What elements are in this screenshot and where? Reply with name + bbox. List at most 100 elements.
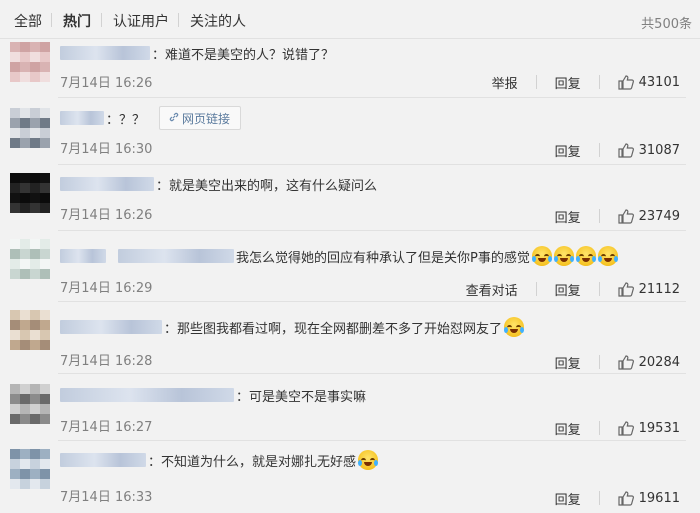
avatar[interactable] <box>10 42 50 82</box>
username[interactable] <box>60 46 150 60</box>
avatar-pixel <box>40 459 50 469</box>
laugh-cry-emoji-icon <box>553 246 574 266</box>
tab-all[interactable]: 全部 <box>14 11 42 31</box>
avatar-pixel <box>40 479 50 489</box>
avatar-pixel <box>20 449 30 459</box>
avatar-pixel <box>20 320 30 330</box>
avatar-pixel <box>30 340 40 350</box>
username[interactable] <box>60 388 234 402</box>
avatar-pixel <box>20 340 30 350</box>
avatar-pixel <box>30 404 40 414</box>
like-button[interactable]: 20284 <box>618 354 680 370</box>
tab-following[interactable]: 关注的人 <box>190 11 246 31</box>
avatar-pixel <box>10 384 20 394</box>
avatar[interactable] <box>10 384 50 424</box>
avatar-pixel <box>30 183 40 193</box>
avatar-pixel <box>40 404 50 414</box>
laugh-cry-emoji-icon <box>531 246 552 266</box>
username[interactable] <box>60 453 146 467</box>
comment-time: 7月14日 16:27 <box>60 420 153 435</box>
like-count: 23749 <box>638 208 680 224</box>
avatar-pixel <box>20 128 30 138</box>
comment-actions: 举报 回复 43101 <box>492 73 680 92</box>
avatar-pixel <box>20 203 30 213</box>
like-button[interactable]: 21112 <box>618 281 680 297</box>
like-button[interactable]: 19531 <box>618 420 680 436</box>
like-button[interactable]: 31087 <box>618 142 680 158</box>
tab-divider <box>51 13 52 27</box>
avatar[interactable] <box>10 310 50 350</box>
view-conversation-button[interactable]: 查看对话 <box>466 280 518 299</box>
avatar-pixel <box>40 128 50 138</box>
avatar-pixel <box>10 259 20 269</box>
avatar-pixel <box>10 479 20 489</box>
reply-button[interactable]: 回复 <box>555 489 581 508</box>
action-divider <box>598 355 600 369</box>
avatar-pixel <box>40 62 50 72</box>
like-count: 19531 <box>638 420 680 436</box>
report-button[interactable]: 举报 <box>492 73 518 92</box>
comment-filter-tabs: 全部 热门 认证用户 关注的人 共500条 <box>0 0 700 39</box>
avatar[interactable] <box>10 449 50 489</box>
thumbs-up-icon <box>618 143 634 158</box>
avatar[interactable] <box>10 108 50 148</box>
avatar-pixel <box>30 310 40 320</box>
avatar[interactable] <box>10 239 50 279</box>
web-link-button[interactable]: 网页链接 <box>159 106 242 130</box>
comment-line: ：可是美空不是事实嘛 <box>60 384 366 406</box>
avatar-pixel <box>20 414 30 424</box>
avatar-pixel <box>30 259 40 269</box>
reply-button[interactable]: 回复 <box>555 141 581 160</box>
comment-actions: 查看对话 回复 21112 <box>466 280 680 299</box>
tab-hot[interactable]: 热门 <box>63 11 91 31</box>
username[interactable] <box>60 177 154 191</box>
avatar[interactable] <box>10 173 50 213</box>
avatar-pixel <box>20 310 30 320</box>
reply-button[interactable]: 回复 <box>555 280 581 299</box>
avatar-pixel <box>10 72 20 82</box>
thumbs-up-icon <box>618 209 634 224</box>
avatar-pixel <box>20 52 30 62</box>
comment-time: 7月14日 16:29 <box>60 281 153 296</box>
avatar-pixel <box>40 394 50 404</box>
laugh-cry-emoji-icon <box>358 450 379 470</box>
avatar-pixel <box>10 138 20 148</box>
reply-button[interactable]: 回复 <box>555 353 581 372</box>
username-mention[interactable] <box>118 249 234 263</box>
comment-actions: 回复 23749 <box>555 207 680 226</box>
tab-divider <box>101 13 102 27</box>
reply-button[interactable]: 回复 <box>555 73 581 92</box>
avatar-pixel <box>20 72 30 82</box>
reply-button[interactable]: 回复 <box>555 207 581 226</box>
avatar-pixel <box>20 183 30 193</box>
like-button[interactable]: 43101 <box>618 74 680 90</box>
avatar-pixel <box>20 62 30 72</box>
comment-line: 我怎么觉得她的回应有种承认了但是关你P事的感觉 <box>60 245 618 267</box>
comment-actions: 回复 31087 <box>555 141 680 160</box>
avatar-pixel <box>40 183 50 193</box>
avatar-pixel <box>30 72 40 82</box>
like-button[interactable]: 19611 <box>618 490 680 506</box>
reply-button[interactable]: 回复 <box>555 419 581 438</box>
avatar-pixel <box>10 52 20 62</box>
link-icon <box>169 112 179 122</box>
comment-time: 7月14日 16:30 <box>60 142 153 157</box>
avatar-pixel <box>30 128 40 138</box>
avatar-pixel <box>30 449 40 459</box>
avatar-pixel <box>10 239 20 249</box>
like-button[interactable]: 23749 <box>618 208 680 224</box>
username[interactable] <box>60 320 162 334</box>
tab-verified-users[interactable]: 认证用户 <box>113 11 169 31</box>
avatar-pixel <box>20 330 30 340</box>
avatar-pixel <box>10 42 20 52</box>
avatar-pixel <box>10 108 20 118</box>
thumbs-up-icon <box>618 491 634 506</box>
avatar-pixel <box>20 459 30 469</box>
avatar-pixel <box>30 414 40 424</box>
username[interactable] <box>60 111 104 125</box>
avatar-pixel <box>30 239 40 249</box>
laugh-cry-emoji-icon <box>575 246 596 266</box>
action-divider <box>535 282 537 296</box>
username[interactable] <box>60 249 106 263</box>
laugh-cry-emoji-icon <box>504 317 525 337</box>
